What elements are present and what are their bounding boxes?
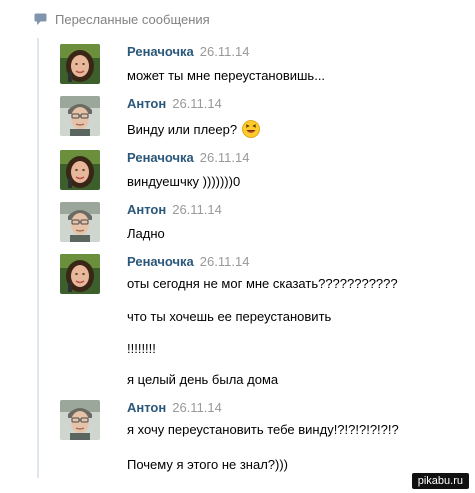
message-date[interactable]: 26.11.14 [200, 44, 250, 59]
message-date[interactable]: 26.11.14 [172, 96, 222, 111]
message-item: Реначочка 26.11.14 может ты мне переустан… [60, 44, 467, 92]
message-text: оты сегодня не мог мне сказать??????????… [127, 276, 398, 291]
message-date[interactable]: 26.11.14 [200, 150, 250, 165]
message-meta: Антон 26.11.14 [127, 202, 222, 220]
message-meta: Реначочка 26.11.14 [127, 44, 249, 62]
message-text: Винду или плеер? [127, 121, 238, 137]
message-meta: Реначочка 26.11.14 [127, 254, 249, 272]
forward-message-icon [34, 13, 47, 25]
message-item: Антон 26.11.14 Ладно [60, 202, 467, 250]
avatar-renachochka[interactable] [60, 150, 100, 190]
message-text: может ты мне переустановишь... [127, 68, 326, 83]
message-date[interactable]: 26.11.14 [200, 254, 250, 269]
message-author[interactable]: Антон [127, 96, 166, 111]
avatar-renachochka[interactable] [60, 44, 100, 84]
forwarded-thread-line [37, 38, 39, 478]
message-date[interactable]: 26.11.14 [172, 202, 222, 217]
avatar-anton[interactable] [60, 96, 100, 136]
pikabu-watermark: pikabu.ru [411, 473, 469, 489]
message-text: что ты хочешь ее переустановить [127, 309, 332, 324]
message-author[interactable]: Антон [127, 202, 166, 217]
message-author[interactable]: Реначочка [127, 44, 194, 59]
message-item: Антон 26.11.14 я хочу переустановить тебе… [60, 400, 467, 480]
message-item: Реначочка 26.11.14 виндуешчку )))))))0 [60, 150, 467, 198]
message-text: Почему я этого не знал?))) [127, 457, 289, 472]
message-meta: Реначочка 26.11.14 [127, 150, 249, 168]
message-author[interactable]: Реначочка [127, 150, 194, 165]
message-text: !!!!!!!! [127, 341, 156, 356]
message-item: Антон 26.11.14 Винду или плеер? [60, 96, 467, 144]
message-text: я целый день была дома [127, 372, 279, 387]
message-item: Реначочка 26.11.14 оты сегодня не мог мне… [60, 254, 467, 394]
message-text: я хочу переустановить тебе винду!?!?!?!?… [127, 422, 399, 437]
laughing-smiley-icon [242, 120, 260, 138]
forwarded-messages-label: Пересланные сообщения [55, 11, 210, 27]
message-meta: Антон 26.11.14 [127, 400, 222, 418]
avatar-anton[interactable] [60, 400, 100, 440]
message-meta: Антон 26.11.14 [127, 96, 222, 114]
message-text: виндуешчку )))))))0 [127, 174, 241, 189]
message-author[interactable]: Антон [127, 400, 166, 415]
forwarded-messages-header: Пересланные сообщения [34, 10, 210, 28]
avatar-anton[interactable] [60, 202, 100, 242]
message-author[interactable]: Реначочка [127, 254, 194, 269]
message-text: Ладно [127, 226, 165, 241]
message-text-line: Винду или плеер? [127, 120, 260, 138]
message-date[interactable]: 26.11.14 [172, 400, 222, 415]
avatar-renachochka[interactable] [60, 254, 100, 294]
